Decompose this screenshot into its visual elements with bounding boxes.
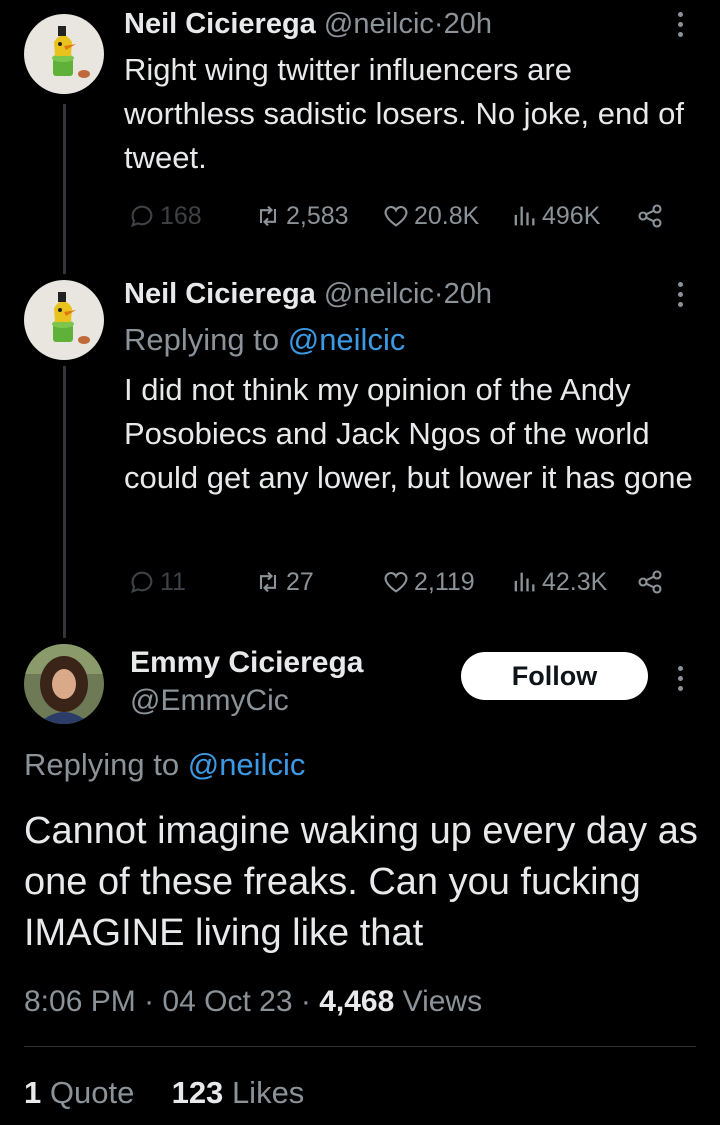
tweet2-replying-to: Replying to @neilcic — [124, 320, 405, 360]
main-tweet-text: Cannot imagine waking up every day as on… — [24, 810, 698, 954]
thread-line-2 — [63, 366, 66, 638]
views-icon — [514, 206, 535, 226]
tweet1-actions: 168 2,583 20.8K 496K — [124, 198, 720, 234]
main-replying-prefix: Replying to — [24, 747, 180, 782]
tweet1-reply-button[interactable]: 168 — [128, 198, 202, 234]
main-replying-mention[interactable]: @neilcic — [188, 747, 306, 782]
tweet1-separator: · — [433, 8, 444, 40]
quotes-label: Quote — [49, 1075, 135, 1110]
follow-button[interactable]: Follow — [461, 652, 648, 700]
avatar-neil-2[interactable] — [24, 280, 104, 360]
main-views-label: Views — [402, 985, 483, 1018]
tweet2-views-button[interactable]: 42.3K — [510, 564, 607, 600]
retweet-icon — [259, 571, 277, 593]
main-author-name[interactable]: Emmy Cicierega — [130, 644, 363, 682]
tweet2-replying-mention[interactable]: @neilcic — [288, 322, 406, 357]
tweet2-retweet-button[interactable]: 27 — [254, 564, 314, 600]
likes-count: 123 — [171, 1075, 224, 1110]
tweet2-actions: 11 27 2,119 42.3K — [124, 564, 720, 600]
main-date[interactable]: 04 Oct 23 — [162, 985, 292, 1018]
thread-line-1 — [63, 104, 66, 274]
reply-icon — [131, 571, 153, 594]
avatar-neil-1[interactable] — [24, 14, 104, 94]
tweet1-share-button[interactable] — [636, 198, 664, 234]
tweet1-author-handle[interactable]: @neilcic — [324, 8, 434, 40]
main-separator-2: · — [300, 985, 311, 1018]
tweet1-retweet-count: 2,583 — [286, 201, 349, 230]
share-icon — [638, 204, 662, 228]
tweet2-views-count: 42.3K — [542, 567, 608, 596]
tweet2-like-button[interactable]: 2,119 — [382, 564, 475, 600]
tweet1-header: Neil Cicierega @neilcic·20h — [124, 6, 492, 42]
quotes-count: 1 — [24, 1075, 42, 1110]
tweet1-views-count: 496K — [542, 201, 601, 230]
reply-icon — [131, 205, 153, 228]
main-views-count: 4,468 — [319, 985, 395, 1018]
main-tweet-meta: 8:06 PM · 04 Oct 23 · 4,468 Views — [24, 982, 482, 1022]
likes-label: Likes — [231, 1075, 305, 1110]
tweet2-replying-prefix: Replying to — [124, 322, 280, 357]
tweet1-text: Right wing twitter influencers are worth… — [124, 52, 684, 175]
tweet1-author-name[interactable]: Neil Cicierega — [124, 8, 316, 40]
tweet2-time[interactable]: 20h — [444, 278, 492, 310]
tweet2-reply-count: 11 — [160, 567, 186, 596]
like-icon — [384, 571, 408, 593]
avatar-emmy[interactable] — [24, 644, 104, 724]
tweet1-reply-count: 168 — [160, 201, 202, 230]
tweet2-text: I did not think my opinion of the Andy P… — [124, 372, 693, 495]
tweet1-time[interactable]: 20h — [444, 8, 492, 40]
retweet-icon — [259, 205, 277, 227]
likes-stat[interactable]: 123 Likes — [172, 1075, 305, 1110]
divider — [24, 1046, 696, 1047]
tweet2-more-icon[interactable] — [670, 276, 690, 312]
main-replying-to: Replying to @neilcic — [24, 745, 305, 785]
tweet2-retweet-count: 27 — [286, 567, 314, 596]
tweet2-header: Neil Cicierega @neilcic·20h — [124, 276, 492, 312]
tweet1-more-icon[interactable] — [670, 6, 690, 42]
main-more-icon[interactable] — [670, 660, 690, 696]
main-separator-1: · — [144, 985, 155, 1018]
main-tweet-stats: 1 Quote 123 Likes — [24, 1073, 304, 1113]
tweet2-author-handle[interactable]: @neilcic — [324, 278, 434, 310]
tweet1-views-button[interactable]: 496K — [510, 198, 600, 234]
views-icon — [514, 572, 535, 592]
tweet2-separator: · — [433, 278, 444, 310]
tweet1-like-button[interactable]: 20.8K — [382, 198, 479, 234]
tweet1-like-count: 20.8K — [414, 201, 480, 230]
main-time[interactable]: 8:06 PM — [24, 985, 136, 1018]
share-icon — [638, 570, 662, 594]
tweet2-author-name[interactable]: Neil Cicierega — [124, 278, 316, 310]
main-author-handle[interactable]: @EmmyCic — [130, 682, 289, 720]
tweet2-like-count: 2,119 — [414, 567, 475, 596]
like-icon — [384, 205, 408, 227]
tweet2-reply-button[interactable]: 11 — [128, 564, 186, 600]
tweet1-retweet-button[interactable]: 2,583 — [254, 198, 349, 234]
quotes-stat[interactable]: 1 Quote — [24, 1075, 134, 1110]
tweet2-share-button[interactable] — [636, 564, 664, 600]
